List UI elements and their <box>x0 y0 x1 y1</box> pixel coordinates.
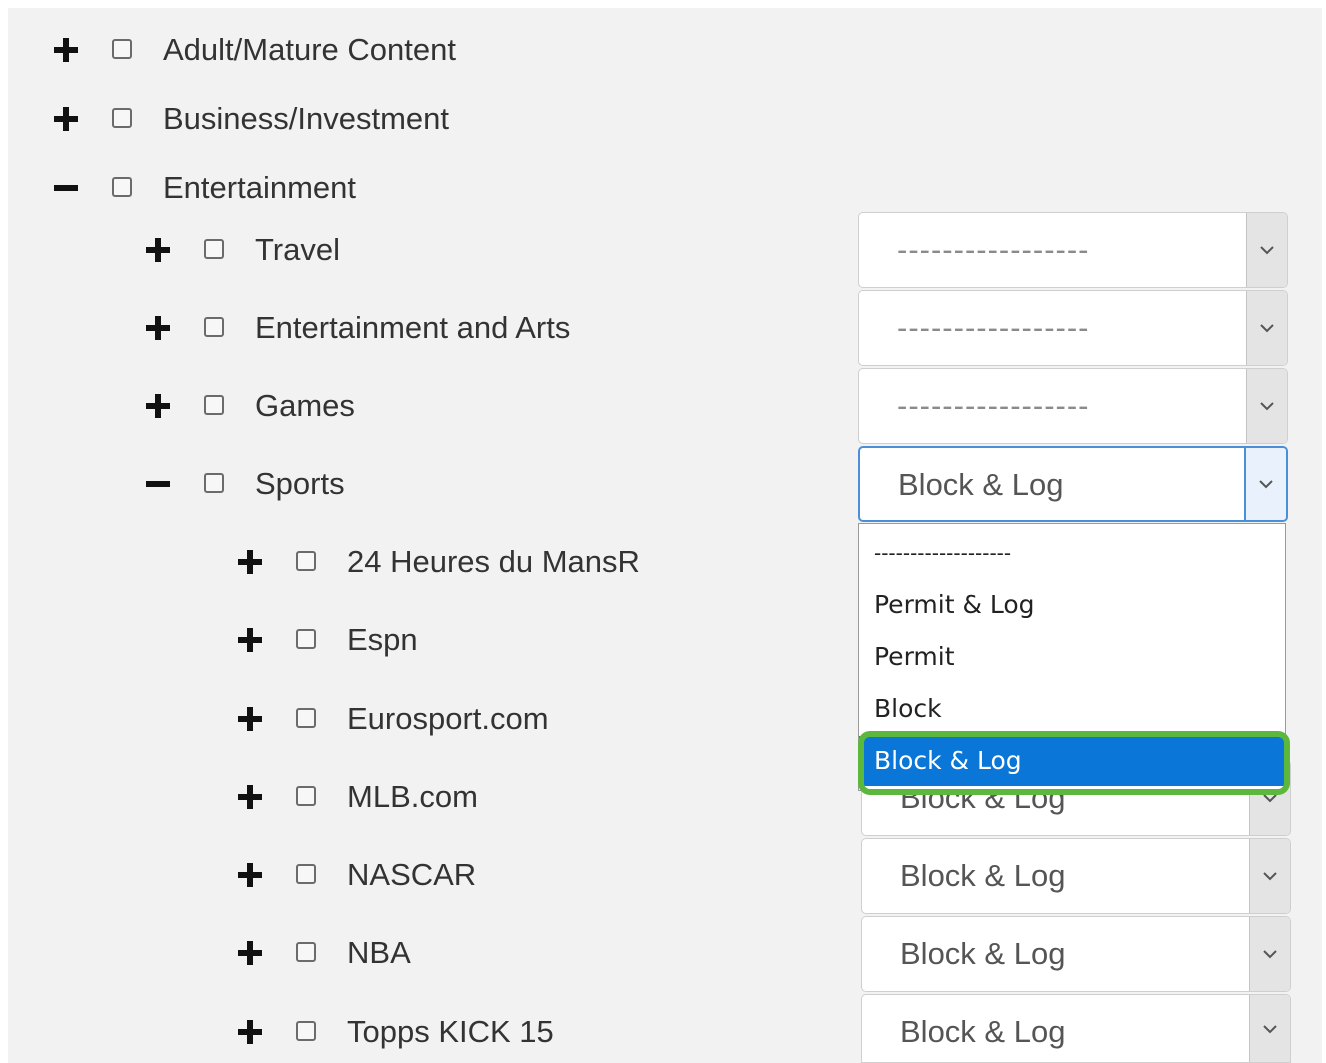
dropdown-option-permit[interactable]: Permit <box>859 632 1285 682</box>
site-label: MLB.com <box>347 779 478 814</box>
select-value: ----------------- <box>897 232 1090 267</box>
subcategory-label: Sports <box>255 466 345 501</box>
subcategory-label: Travel <box>255 232 340 267</box>
expand-icon[interactable] <box>144 236 172 264</box>
action-select-sports[interactable]: Block & Log <box>858 446 1288 522</box>
site-checkbox[interactable] <box>296 942 316 962</box>
expand-icon[interactable] <box>52 105 80 133</box>
site-label: Espn <box>347 622 418 657</box>
select-value: ----------------- <box>897 388 1090 423</box>
expand-icon[interactable] <box>236 939 264 967</box>
chevron-down-icon[interactable] <box>1249 917 1290 991</box>
subcategory-checkbox[interactable] <box>204 395 224 415</box>
chevron-down-icon[interactable] <box>1246 291 1287 365</box>
category-checkbox[interactable] <box>112 39 132 59</box>
dropdown-option-block[interactable]: Block <box>859 684 1285 734</box>
collapse-icon[interactable] <box>144 470 172 498</box>
category-label: Business/Investment <box>163 101 450 136</box>
site-checkbox[interactable] <box>296 864 316 884</box>
chevron-down-icon[interactable] <box>1246 369 1287 443</box>
expand-icon[interactable] <box>144 314 172 342</box>
category-label: Adult/Mature Content <box>163 32 456 67</box>
action-select-nascar[interactable]: Block & Log <box>861 838 1291 914</box>
site-label: 24 Heures du MansR <box>347 544 640 579</box>
action-select-nba[interactable]: Block & Log <box>861 916 1291 992</box>
site-checkbox[interactable] <box>296 629 316 649</box>
site-checkbox[interactable] <box>296 708 316 728</box>
site-label: NASCAR <box>347 857 477 892</box>
subcategory-label: Games <box>255 388 355 423</box>
subcategory-checkbox[interactable] <box>204 239 224 259</box>
select-value: ----------------- <box>897 310 1090 345</box>
expand-icon[interactable] <box>236 548 264 576</box>
dropdown-option-permit-log[interactable]: Permit & Log <box>859 580 1285 630</box>
site-checkbox[interactable] <box>296 786 316 806</box>
category-label: Entertainment <box>163 170 356 205</box>
expand-icon[interactable] <box>236 861 264 889</box>
site-label: NBA <box>347 935 411 970</box>
action-select-games[interactable]: ----------------- <box>858 368 1288 444</box>
chevron-down-icon[interactable] <box>1249 839 1290 913</box>
category-checkbox[interactable] <box>112 108 132 128</box>
action-select-travel[interactable]: ----------------- <box>858 212 1288 288</box>
action-select-topps[interactable]: Block & Log <box>861 994 1291 1063</box>
dropdown-option-block-log[interactable]: Block & Log <box>859 736 1285 786</box>
collapse-icon[interactable] <box>52 174 80 202</box>
select-value: Block & Log <box>900 936 1066 971</box>
action-select-entertainment-arts[interactable]: ----------------- <box>858 290 1288 366</box>
expand-icon[interactable] <box>144 392 172 420</box>
dropdown-option-none[interactable]: ------------------- <box>859 528 1285 578</box>
expand-icon[interactable] <box>236 1018 264 1046</box>
select-value: Block & Log <box>898 467 1064 502</box>
expand-icon[interactable] <box>52 36 80 64</box>
site-label: Topps KICK 15 <box>347 1014 554 1049</box>
site-checkbox[interactable] <box>296 551 316 571</box>
subcategory-checkbox[interactable] <box>204 317 224 337</box>
subcategory-checkbox[interactable] <box>204 473 224 493</box>
chevron-down-icon[interactable] <box>1246 213 1287 287</box>
select-value: Block & Log <box>900 858 1066 893</box>
subcategory-label: Entertainment and Arts <box>255 310 571 345</box>
chevron-down-icon[interactable] <box>1244 448 1286 520</box>
expand-icon[interactable] <box>236 783 264 811</box>
select-value: Block & Log <box>900 1014 1066 1049</box>
site-label: Eurosport.com <box>347 701 549 736</box>
action-dropdown-list: ------------------- Permit & Log Permit … <box>858 523 1286 791</box>
site-checkbox[interactable] <box>296 1021 316 1041</box>
chevron-down-icon[interactable] <box>1249 995 1290 1062</box>
expand-icon[interactable] <box>236 626 264 654</box>
expand-icon[interactable] <box>236 705 264 733</box>
category-checkbox[interactable] <box>112 177 132 197</box>
